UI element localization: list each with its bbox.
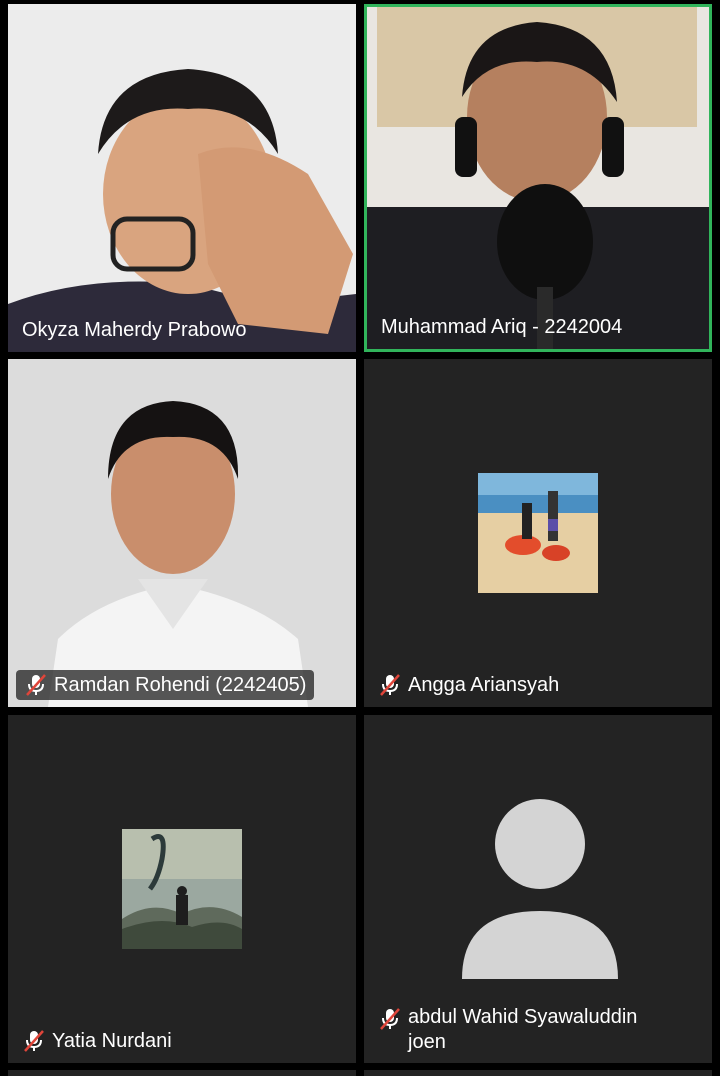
default-avatar-icon: [462, 799, 618, 979]
next-row-tile-edge: [364, 1070, 712, 1076]
participant-name-label: Angga Ariansyah: [372, 670, 567, 700]
camera-feed: [8, 359, 356, 707]
participant-name-label: abdul Wahid Syawaluddin joen: [372, 1004, 686, 1056]
participant-name-label: Yatia Nurdani: [16, 1026, 180, 1056]
participant-name-label: Ramdan Rohendi (2242405): [16, 670, 315, 700]
participant-name-label: Muhammad Ariq - 2242004: [375, 312, 630, 342]
participant-tile-ramdan[interactable]: Ramdan Rohendi (2242405): [8, 359, 356, 707]
participant-name: Ramdan Rohendi (2242405): [54, 674, 307, 696]
participant-tile-okyza[interactable]: Okyza Maherdy Prabowo: [8, 4, 356, 352]
participant-tile-angga[interactable]: Angga Ariansyah: [364, 359, 712, 707]
profile-picture: [122, 829, 242, 949]
muted-microphone-icon: [26, 674, 46, 696]
participant-tile-yatia[interactable]: Yatia Nurdani: [8, 715, 356, 1063]
participant-name: Muhammad Ariq - 2242004: [381, 316, 623, 338]
camera-feed: [8, 4, 356, 352]
video-grid: Okyza Maherdy Prabowo Muhammad Ariq - 22…: [0, 0, 720, 1076]
muted-microphone-icon: [380, 1008, 400, 1030]
participant-name-label: Okyza Maherdy Prabowo: [16, 315, 255, 345]
participant-tile-muhammad-ariq[interactable]: Muhammad Ariq - 2242004: [364, 4, 712, 352]
participant-name: Yatia Nurdani: [52, 1030, 172, 1052]
participant-name: Okyza Maherdy Prabowo: [22, 319, 247, 341]
participant-tile-abdul-wahid[interactable]: abdul Wahid Syawaluddin joen: [364, 715, 712, 1063]
profile-picture: [478, 473, 598, 593]
camera-feed: [367, 7, 709, 349]
participant-name: abdul Wahid Syawaluddin joen: [408, 1006, 638, 1053]
muted-microphone-icon: [24, 1030, 44, 1052]
participant-name: Angga Ariansyah: [408, 674, 560, 696]
muted-microphone-icon: [380, 674, 400, 696]
next-row-tile-edge: [8, 1070, 356, 1076]
